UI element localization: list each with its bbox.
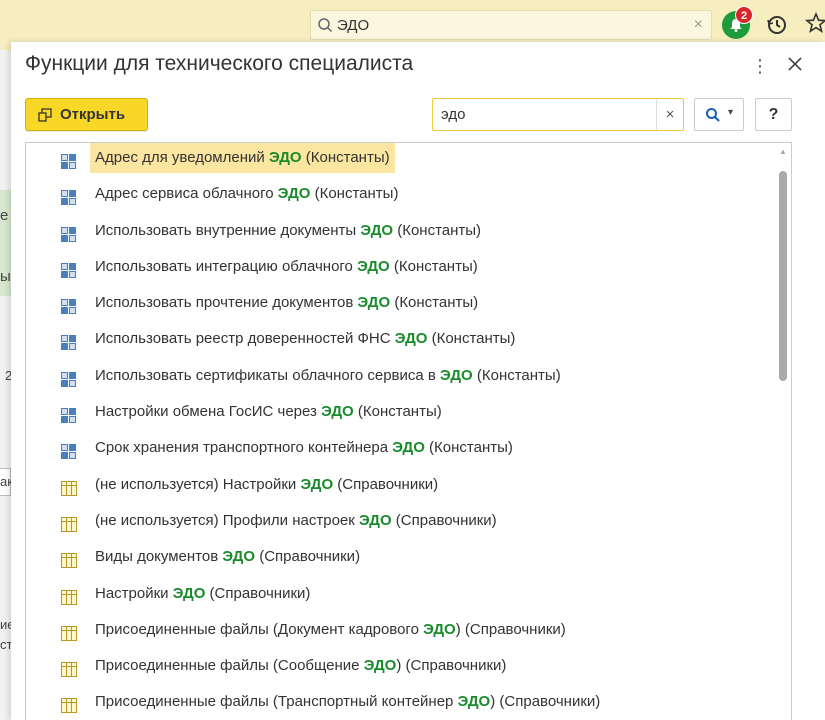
list-item-label: Присоединенные файлы (Сообщение ЭДО) (Сп… [95,657,507,675]
dialog-title: Функции для технического специалиста [25,52,414,75]
list-item-label: Срок хранения транспортного контейнера Э… [95,439,513,457]
list-item[interactable]: Настройки обмена ГосИС через ЭДО (Конста… [26,397,791,433]
list-item[interactable]: Присоединенные файлы (Сообщение ЭДО) (Сп… [26,651,791,687]
chevron-down-icon: ▾ [728,107,734,118]
open-button-label: Открыть [60,106,126,123]
constant-icon [61,408,77,424]
list-item[interactable]: Использовать сертификаты облачного серви… [26,361,791,397]
constant-icon [61,262,77,278]
constant-icon [61,226,77,242]
list-item[interactable]: (не используется) Настройки ЭДО (Справоч… [26,470,791,506]
list-item[interactable]: Адрес для уведомлений ЭДО (Константы) [26,143,791,179]
list-item-label: (не используется) Настройки ЭДО (Справоч… [95,475,439,493]
scroll-up-icon[interactable]: ▲ [779,147,787,156]
list-item-label: Присоединенные файлы (Документ кадрового… [95,620,566,638]
list-item-label: Использовать сертификаты облачного серви… [95,366,561,384]
list-item[interactable]: Присоединенные файлы (Транспортный конте… [26,687,791,720]
list-item-label: Настройки ЭДО (Справочники) [95,584,311,602]
list-item-label: (не используется) Профили настроек ЭДО (… [95,511,497,529]
background-text: е [0,207,9,224]
search-icon [706,108,720,122]
open-icon [38,107,52,122]
functions-list: Адрес для уведомлений ЭДО (Константы) Адр… [25,142,792,720]
list-item[interactable]: Настройки ЭДО (Справочники) [26,579,791,615]
constant-icon [61,335,77,351]
global-search-text: ЭДО [337,17,370,34]
list-item-label: Виды документов ЭДО (Справочники) [95,548,361,566]
catalog-icon [61,698,77,714]
list-item-label: Использовать внутренние документы ЭДО (К… [95,221,482,239]
list-item[interactable]: Присоединенные файлы (Документ кадрового… [26,615,791,651]
list-item-label: Присоединенные файлы (Транспортный конте… [95,693,601,711]
search-icon [318,18,333,33]
catalog-icon [61,480,77,496]
list-item-label: Использовать реестр доверенностей ФНС ЭД… [95,330,516,348]
catalog-icon [61,625,77,641]
catalog-icon [61,589,77,605]
constant-icon [61,154,77,169]
list-item[interactable]: Использовать прочтение документов ЭДО (К… [26,288,791,324]
global-search-field[interactable]: ЭДО × [310,10,712,40]
list-item[interactable]: Адрес сервиса облачного ЭДО (Константы) [26,179,791,215]
constant-icon [61,371,77,387]
search-field[interactable]: × [432,98,684,131]
constant-icon [61,444,77,460]
list-item-label: Адрес сервиса облачного ЭДО (Константы) [95,185,399,203]
search-input[interactable] [433,99,657,130]
list-item[interactable]: Использовать внутренние документы ЭДО (К… [26,216,791,252]
search-clear-button[interactable]: × [656,99,683,130]
catalog-icon [61,516,77,532]
history-icon[interactable] [766,14,788,36]
scrollbar-thumb[interactable] [779,171,787,381]
constant-icon [61,299,77,315]
list-item-label: Использовать прочтение документов ЭДО (К… [95,294,479,312]
list-item-label: Адрес для уведомлений ЭДО (Константы) [90,143,395,173]
tech-functions-dialog: Функции для технического специалиста ⋮ О… [11,42,825,720]
global-search-clear-icon[interactable]: × [694,16,703,34]
constant-icon [61,190,77,206]
search-options-button[interactable]: ▾ [694,98,744,131]
favorites-star-icon[interactable] [805,12,825,34]
help-button[interactable]: ? [755,98,792,131]
list-item-label: Использовать интеграцию облачного ЭДО (К… [95,257,478,275]
catalog-icon [61,553,77,569]
list-item[interactable]: (не используется) Профили настроек ЭДО (… [26,506,791,542]
list-item[interactable]: Использовать реестр доверенностей ФНС ЭД… [26,324,791,360]
list-item[interactable]: Использовать интеграцию облачного ЭДО (К… [26,252,791,288]
list-item-label: Настройки обмена ГосИС через ЭДО (Конста… [95,403,442,421]
more-actions-icon[interactable]: ⋮ [751,56,769,77]
scrollbar[interactable]: ▲ [776,143,791,720]
open-button[interactable]: Открыть [25,98,148,131]
notification-badge: 2 [735,6,753,24]
close-icon[interactable] [785,54,805,74]
list-item[interactable]: Срок хранения транспортного контейнера Э… [26,433,791,469]
list-item[interactable]: Виды документов ЭДО (Справочники) [26,542,791,578]
catalog-icon [61,662,77,678]
